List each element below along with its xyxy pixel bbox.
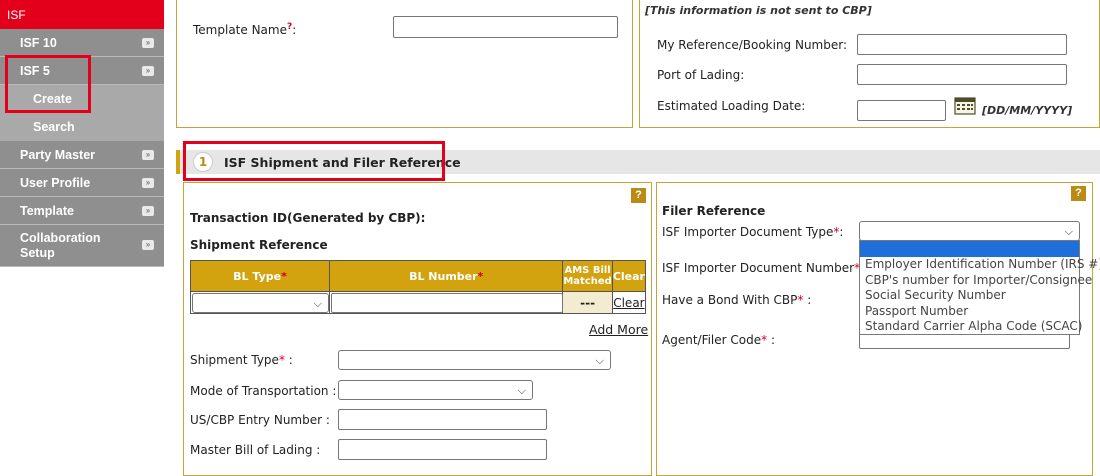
bl-number-input[interactable] [331,293,564,313]
required-mark: * [281,269,287,283]
importer-doc-type-text: ISF Importer Document Type [662,225,834,239]
mode-of-transportation-select[interactable]: ⌵ [338,380,533,400]
expand-arrow-icon: » [142,240,154,250]
sidebar-item-label: ISF 10 [20,36,57,50]
importer-doc-type-select[interactable]: ⌵ [859,221,1080,241]
bl-type-header: BL Type* [189,260,331,292]
expand-arrow-icon: » [142,178,154,188]
chevron-down-icon: ⌵ [595,354,604,367]
agent-code-text: Agent/Filer Code [662,333,762,347]
importer-doc-number-label: ISF Importer Document Number*: [662,261,864,275]
dropdown-option[interactable]: Employer Identification Number (IRS #) [860,257,1100,273]
not-sent-note: [This information is not sent to CBP] [645,4,872,17]
sidebar-subitem-search[interactable]: Search [0,113,164,141]
sidebar-item-label: Template [20,204,74,218]
bl-type-cell: ⌵ [189,291,331,314]
ams-cell: --- [562,291,613,314]
bl-number-cell [329,291,564,314]
chevron-down-icon: ⌵ [1064,225,1073,238]
filer-reference-label: Filer Reference [662,204,766,218]
shipment-type-label: Shipment Type* : [190,353,293,367]
bl-number-header-text: BL Number [409,269,478,283]
required-mark: * [477,269,484,283]
dropdown-option[interactable]: Social Security Number [860,288,1079,304]
expand-arrow-icon: » [142,66,154,76]
help-icon[interactable]: ? [631,188,646,203]
template-name-input[interactable] [393,16,618,38]
port-of-lading-input[interactable] [857,64,1067,85]
entry-number-label: US/CBP Entry Number : [190,413,330,427]
sidebar-item-user-profile[interactable]: User Profile » [0,169,164,197]
dropdown-option-blank[interactable] [860,241,1079,257]
help-icon[interactable]: ? [1071,186,1086,201]
bond-text: Have a Bond With CBP [662,293,798,307]
sidebar-item-isf10[interactable]: ISF 10 » [0,29,164,57]
sidebar-item-collaboration-setup[interactable]: Collaboration Setup » [0,225,164,267]
my-reference-input[interactable] [857,34,1067,55]
shipment-type-select[interactable]: ⌵ [338,350,611,370]
dropdown-option[interactable]: Passport Number [860,304,1079,320]
expand-arrow-icon: » [142,150,154,160]
bl-type-select[interactable]: ⌵ [192,293,329,313]
chevron-down-icon: ⌵ [313,297,322,310]
highlight-box-isf5 [5,55,91,113]
dropdown-option[interactable]: CBP's number for Importer/Consignee [860,273,1092,289]
template-name-colon: : [292,23,297,37]
template-name-text: Template Name [193,23,287,37]
expand-arrow-icon: » [142,206,154,216]
master-bill-input[interactable] [338,439,547,460]
chevron-down-icon: ⌵ [517,384,526,397]
sidebar-item-party-master[interactable]: Party Master » [0,141,164,169]
agent-code-label: Agent/Filer Code* : [662,333,775,347]
sidebar-item-label: Party Master [20,148,96,162]
loading-date-label: Estimated Loading Date: [657,99,806,113]
entry-number-input[interactable] [338,409,547,430]
shipment-panel [183,182,652,476]
sidebar-item-template[interactable]: Template » [0,197,164,225]
loading-date-input[interactable] [857,100,946,121]
required-mark: * [761,333,768,347]
importer-doc-number-text: ISF Importer Document Number [662,261,855,275]
my-reference-label: My Reference/Booking Number: [657,38,848,52]
required-mark: * [278,353,285,367]
calendar-icon[interactable] [954,97,976,115]
importer-doc-type-dropdown: Employer Identification Number (IRS #) C… [859,240,1100,335]
bl-number-header: BL Number* [329,260,564,292]
bond-label: Have a Bond With CBP* : [662,293,812,307]
shipment-reference-label: Shipment Reference [190,238,328,252]
dropdown-option[interactable]: Standard Carrier Alpha Code (SCAC) [860,319,1082,335]
sidebar-item-label: User Profile [20,176,91,190]
highlight-box-section [183,141,445,181]
mode-of-transportation-label: Mode of Transportation : [190,384,337,398]
required-mark: * [797,293,804,307]
clear-cell: Clear [611,291,647,314]
shipment-type-text: Shipment Type [190,353,279,367]
sidebar-header: ISF [0,0,164,29]
template-name-label: Template Name?: [193,22,296,37]
importer-doc-type-label: ISF Importer Document Type*: [662,225,844,239]
ams-header: AMS Bill Matched [562,260,613,292]
bl-table: BL Type* BL Number* AMS Bill Matched Cle… [189,260,647,314]
required-mark: * [833,225,840,239]
date-format-hint: [DD/MM/YYYY] [982,104,1073,117]
expand-arrow-icon: » [142,38,154,48]
clear-row-link[interactable]: Clear [613,296,644,310]
sidebar-item-label: Collaboration Setup [20,231,101,260]
add-more-link[interactable]: Add More [589,322,648,337]
master-bill-label: Master Bill of Lading : [190,443,321,457]
bl-type-header-text: BL Type [233,269,282,283]
clear-header: Clear [611,260,647,292]
port-of-lading-label: Port of Lading: [657,68,745,82]
transaction-id-label: Transaction ID(Generated by CBP): [190,211,426,225]
